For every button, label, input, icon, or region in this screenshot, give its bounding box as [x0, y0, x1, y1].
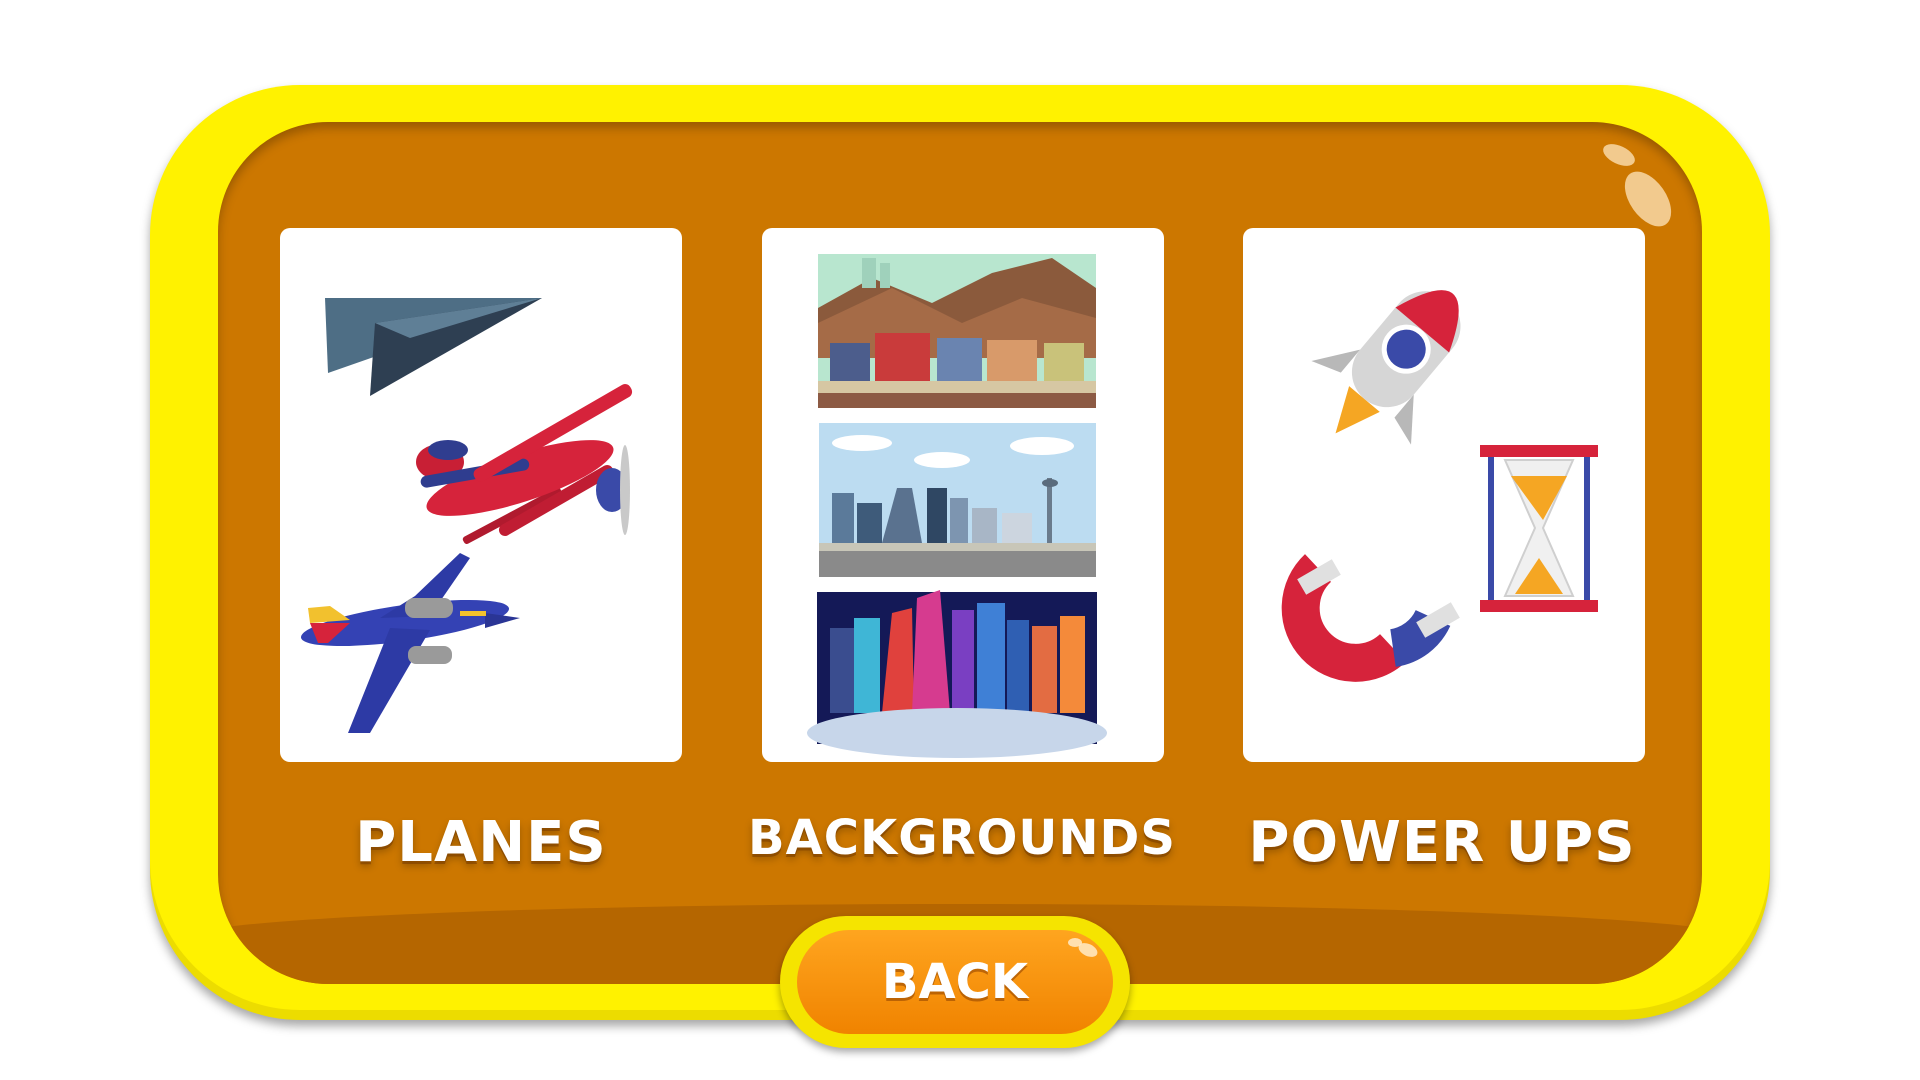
hourglass-icon — [1480, 445, 1598, 612]
backgrounds-label: BACKGROUNDS — [748, 810, 1176, 866]
biplane-icon — [416, 384, 633, 545]
planes-card[interactable] — [280, 228, 682, 762]
magnet-icon — [1281, 554, 1460, 682]
back-button-label: BACK — [881, 954, 1029, 1010]
back-button[interactable]: BACK — [797, 930, 1113, 1034]
town-background-thumb — [818, 254, 1096, 408]
paper-plane-icon — [325, 298, 542, 396]
rocket-icon — [1311, 290, 1461, 445]
city-skyline-background-thumb — [819, 423, 1096, 577]
jet-airliner-icon — [300, 553, 520, 733]
powerups-card[interactable] — [1243, 228, 1645, 762]
backgrounds-card[interactable] — [762, 228, 1164, 762]
planes-label: PLANES — [355, 810, 607, 875]
night-city-background-thumb — [807, 590, 1107, 758]
powerups-label: POWER UPS — [1248, 810, 1636, 875]
